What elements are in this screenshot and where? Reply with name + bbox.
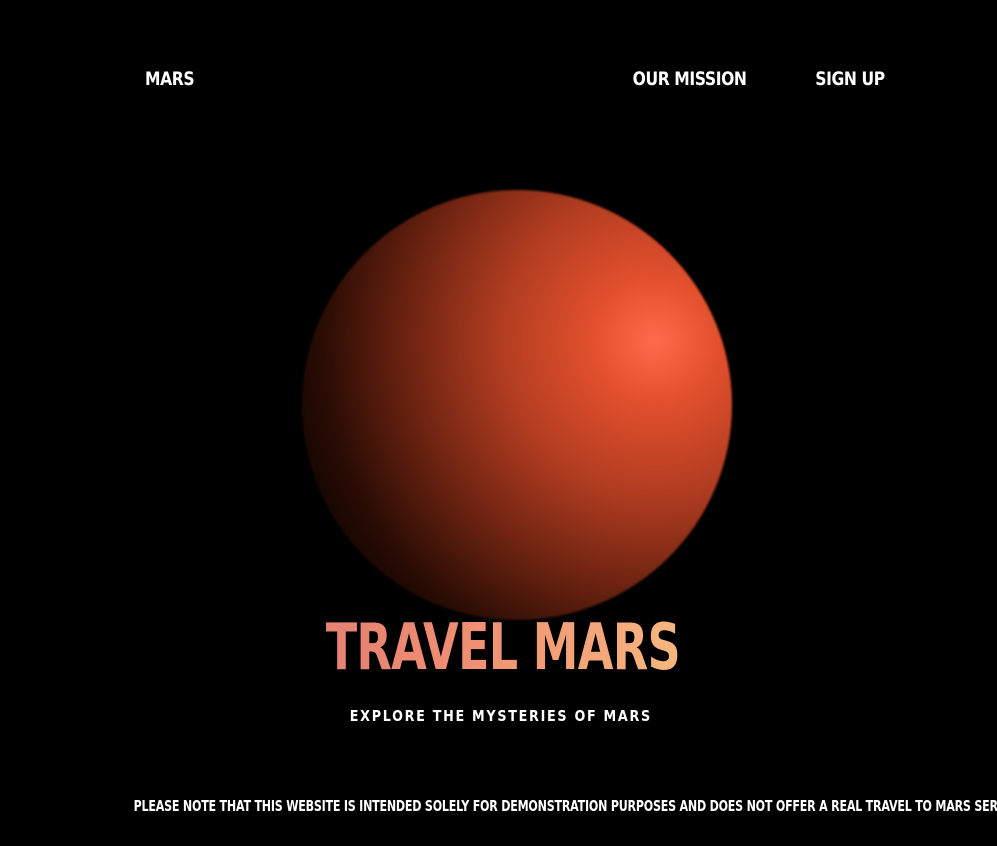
hero-subtitle: EXPLORE THE MYSTERIES OF MARS [349, 707, 652, 725]
nav-our-mission-link[interactable]: OUR MISSION [633, 62, 747, 96]
logo-link[interactable]: MARS [145, 62, 195, 96]
footer-disclaimer: PLEASE NOTE THAT THIS WEBSITE IS INTENDE… [133, 797, 997, 815]
mars-sphere [302, 190, 732, 620]
mars-planet-image [302, 190, 732, 620]
nav-sign-up-link[interactable]: SIGN UP [809, 62, 891, 96]
hero-title: TRAVEL MARS [144, 606, 862, 690]
